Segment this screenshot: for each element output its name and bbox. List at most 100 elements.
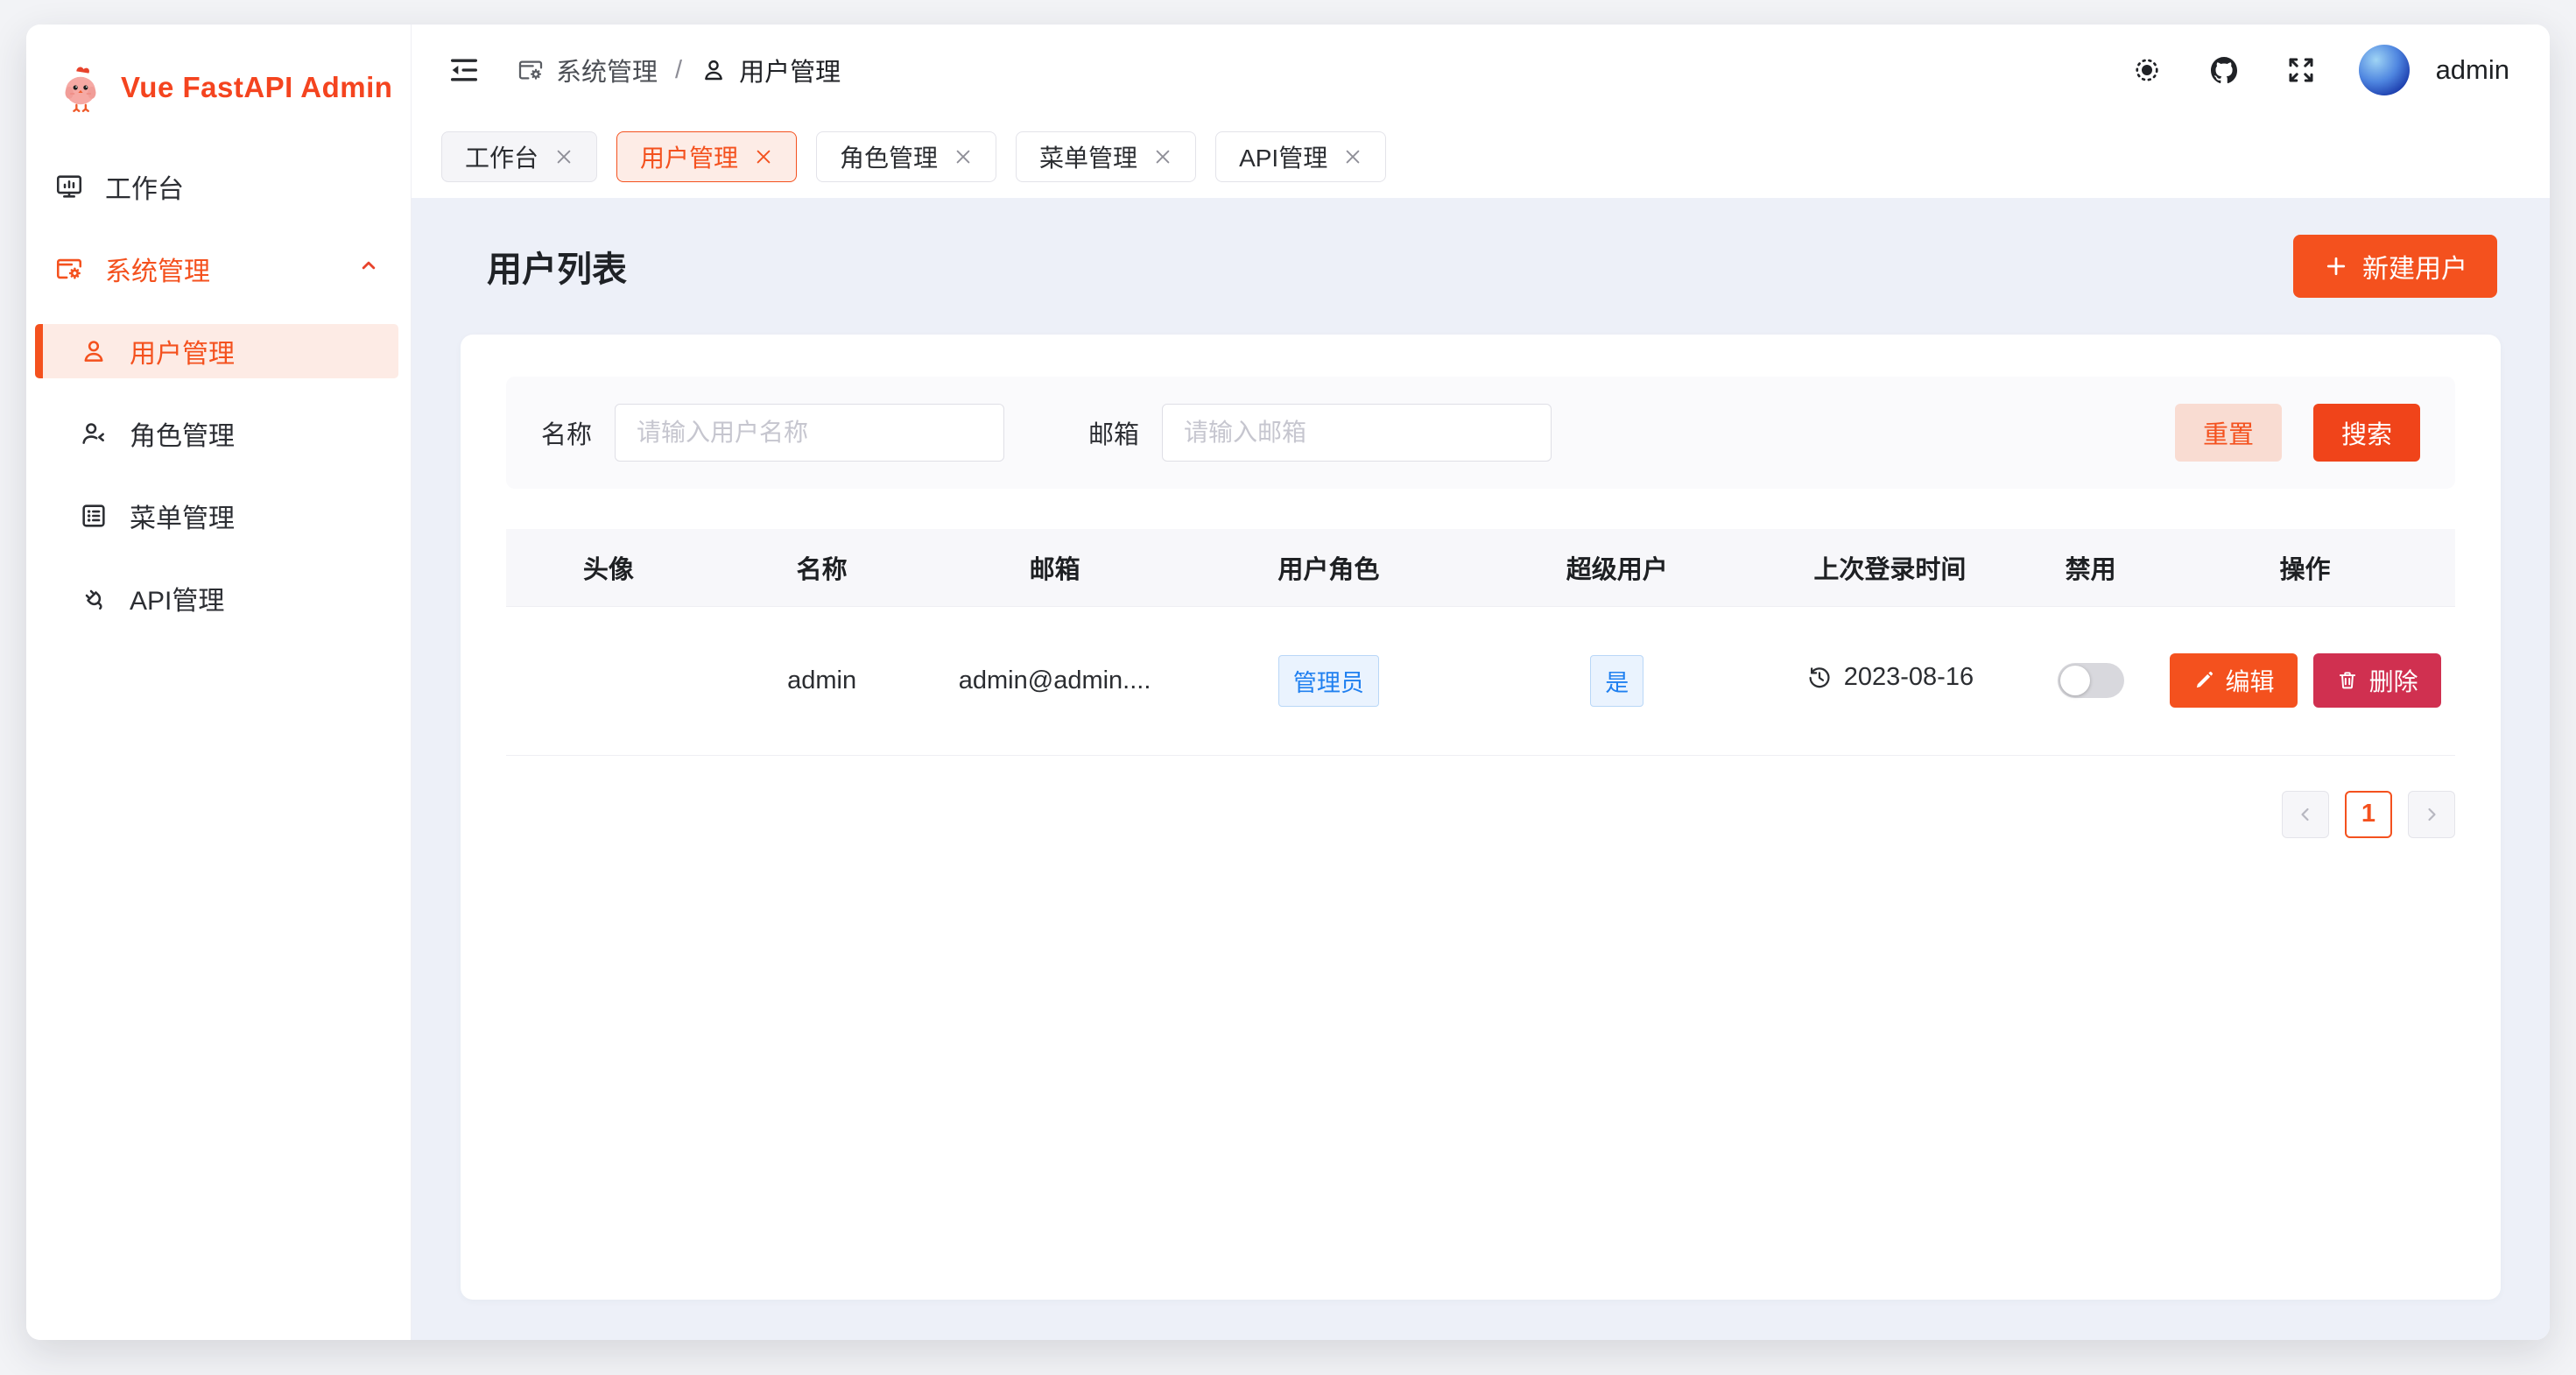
sidebar-item-label: 工作台	[105, 167, 184, 206]
fullscreen-icon[interactable]	[2282, 51, 2320, 89]
role-icon	[79, 419, 109, 448]
sidebar-item-label: 菜单管理	[130, 497, 235, 535]
trash-icon	[2336, 669, 2359, 692]
tab-workbench[interactable]: 工作台	[441, 131, 597, 182]
sidebar-item-label: API管理	[130, 579, 224, 617]
add-user-button[interactable]: 新建用户	[2293, 235, 2497, 298]
user-icon	[700, 56, 728, 84]
edit-button[interactable]: 编辑	[2170, 653, 2298, 708]
last-login-cell: 2023-08-16	[1754, 606, 2027, 755]
search-button[interactable]: 搜索	[2313, 404, 2420, 462]
col-email: 邮箱	[933, 529, 1176, 606]
sidebar-menu: 工作台 系统管理 用户管理	[26, 159, 411, 653]
page-number-button[interactable]: 1	[2345, 791, 2392, 838]
superuser-cell: 是	[1481, 606, 1754, 755]
app-logo[interactable]: Vue FastAPI Admin	[26, 51, 411, 124]
sidebar-item-menus[interactable]: 菜单管理	[35, 489, 398, 543]
sidebar-item-users[interactable]: 用户管理	[35, 324, 398, 378]
table-header-row: 头像 名称 邮箱 用户角色 超级用户 上次登录时间 禁用 操作	[506, 529, 2455, 606]
name-filter-input[interactable]	[615, 404, 1004, 462]
chick-mascot-icon	[56, 63, 105, 112]
breadcrumb-label: 系统管理	[556, 52, 658, 88]
close-icon[interactable]	[954, 147, 973, 166]
github-icon[interactable]	[2205, 51, 2243, 89]
tab-bar: 工作台 用户管理 角色管理 菜单管理	[412, 116, 2550, 198]
sidebar-item-label: 角色管理	[130, 414, 235, 453]
close-icon[interactable]	[754, 147, 773, 166]
tab-users[interactable]: 用户管理	[616, 131, 797, 182]
col-avatar: 头像	[506, 529, 711, 606]
page-header: 用户列表 新建用户	[461, 235, 2501, 298]
main-area: 系统管理 / 用户管理	[412, 25, 2550, 1340]
clock-history-icon	[1806, 665, 1833, 691]
user-avatar[interactable]	[2359, 45, 2410, 95]
col-superuser: 超级用户	[1481, 529, 1754, 606]
plus-icon	[2323, 253, 2349, 279]
col-role: 用户角色	[1177, 529, 1481, 606]
app-window: Vue FastAPI Admin 工作台 系统管理	[26, 25, 2550, 1340]
tab-api[interactable]: API管理	[1215, 131, 1386, 182]
workbench-icon	[54, 172, 84, 201]
breadcrumb-item-system[interactable]: 系统管理	[517, 52, 658, 88]
sidebar-item-label: 用户管理	[130, 332, 235, 370]
edit-label: 编辑	[2226, 663, 2275, 698]
email-cell: admin@admin....	[933, 606, 1176, 755]
tab-label: API管理	[1239, 139, 1327, 174]
col-last-login: 上次登录时间	[1754, 529, 2027, 606]
delete-button[interactable]: 删除	[2313, 653, 2441, 708]
sidebar: Vue FastAPI Admin 工作台 系统管理	[26, 25, 412, 1340]
system-icon	[517, 56, 545, 84]
add-user-label: 新建用户	[2362, 247, 2467, 286]
tab-label: 角色管理	[840, 139, 938, 174]
table-row: admin admin@admin.... 管理员 是	[506, 606, 2455, 755]
pagination: 1	[506, 791, 2455, 838]
col-disabled: 禁用	[2026, 529, 2155, 606]
avatar-cell	[506, 606, 711, 755]
menu-list-icon	[79, 501, 109, 531]
username-label[interactable]: admin	[2436, 54, 2509, 86]
disabled-toggle[interactable]	[2058, 663, 2124, 698]
breadcrumb-separator: /	[675, 56, 682, 85]
tab-label: 用户管理	[640, 139, 738, 174]
user-list-panel: 名称 邮箱 重置 搜索 头像 名称 邮箱	[461, 335, 2501, 1300]
close-icon[interactable]	[1343, 147, 1362, 166]
filter-bar: 名称 邮箱 重置 搜索	[506, 377, 2455, 489]
next-page-button[interactable]	[2408, 791, 2455, 838]
toggle-knob	[2060, 666, 2090, 695]
disabled-cell	[2026, 606, 2155, 755]
sidebar-item-api[interactable]: API管理	[35, 571, 398, 625]
tab-roles[interactable]: 角色管理	[816, 131, 996, 182]
close-icon[interactable]	[1153, 147, 1172, 166]
col-name: 名称	[711, 529, 933, 606]
chevron-left-icon	[2295, 804, 2316, 825]
tab-label: 菜单管理	[1039, 139, 1137, 174]
sidebar-collapse-icon[interactable]	[445, 51, 483, 89]
tab-menus[interactable]: 菜单管理	[1016, 131, 1196, 182]
breadcrumb: 系统管理 / 用户管理	[517, 52, 841, 88]
superuser-tag[interactable]: 是	[1590, 655, 1643, 707]
reset-button[interactable]: 重置	[2175, 404, 2282, 462]
email-filter-input[interactable]	[1162, 404, 1552, 462]
role-tag[interactable]: 管理员	[1278, 655, 1379, 707]
tab-label: 工作台	[465, 139, 538, 174]
name-filter-label: 名称	[541, 414, 592, 451]
prev-page-button[interactable]	[2282, 791, 2329, 838]
page-title: 用户列表	[487, 241, 627, 292]
last-login-value: 2023-08-16	[1844, 663, 1974, 692]
breadcrumb-item-users[interactable]: 用户管理	[700, 52, 841, 88]
sidebar-item-system[interactable]: 系统管理	[35, 242, 398, 296]
col-actions: 操作	[2155, 529, 2455, 606]
name-cell: admin	[711, 606, 933, 755]
delete-label: 删除	[2369, 663, 2418, 698]
pencil-icon	[2192, 669, 2215, 692]
header-actions: admin	[2128, 45, 2509, 95]
top-header: 系统管理 / 用户管理	[412, 25, 2550, 116]
close-icon[interactable]	[554, 147, 574, 166]
theme-sun-icon[interactable]	[2128, 51, 2166, 89]
system-icon	[54, 254, 84, 284]
role-cell: 管理员	[1177, 606, 1481, 755]
sidebar-item-roles[interactable]: 角色管理	[35, 406, 398, 461]
users-table: 头像 名称 邮箱 用户角色 超级用户 上次登录时间 禁用 操作	[506, 529, 2455, 756]
sidebar-item-workbench[interactable]: 工作台	[35, 159, 398, 214]
chevron-right-icon	[2421, 804, 2442, 825]
